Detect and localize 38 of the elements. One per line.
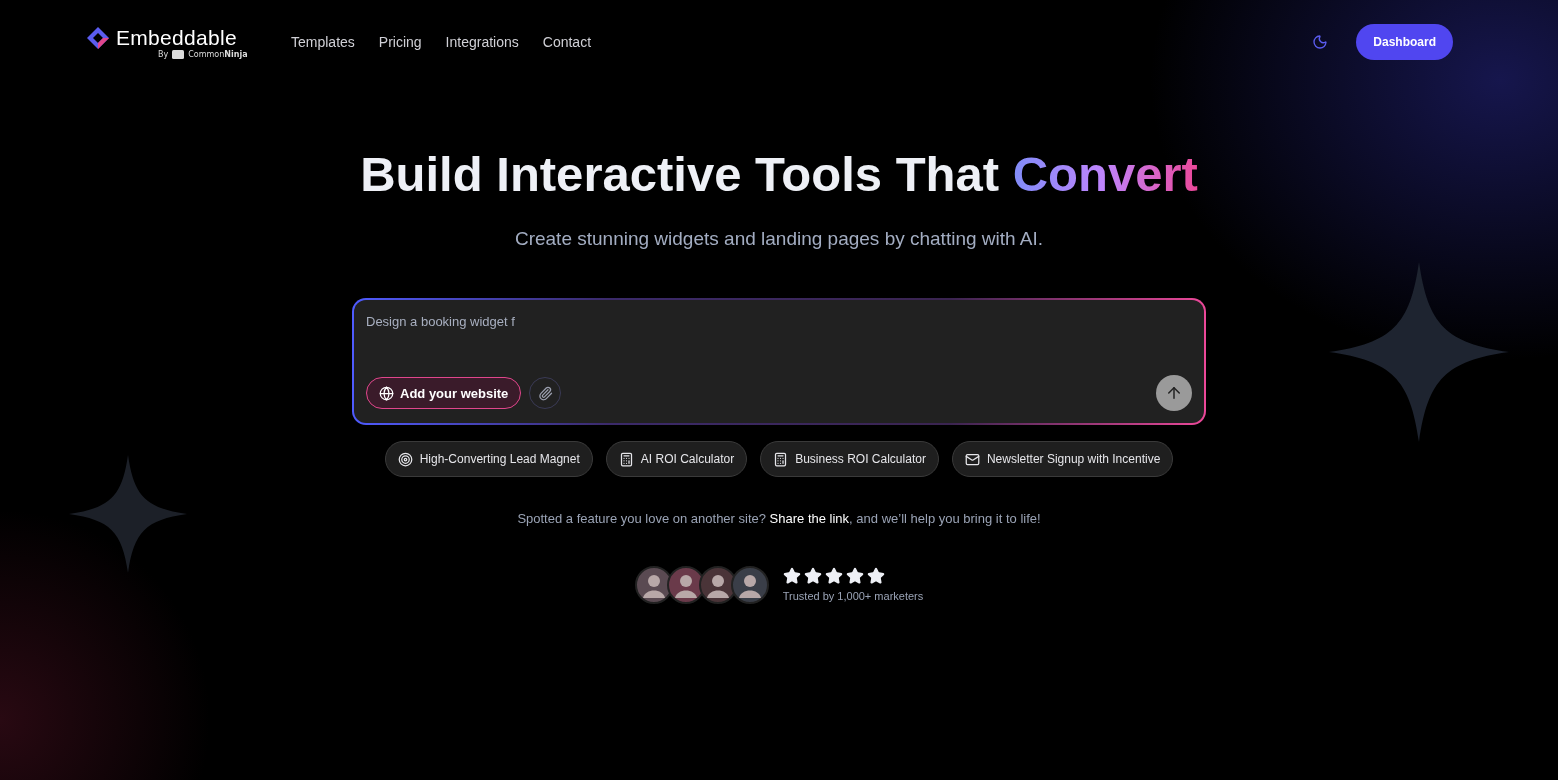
star-icon — [845, 566, 864, 585]
suggestion-chip[interactable]: AI ROI Calculator — [605, 441, 748, 477]
nav-link[interactable]: Integrations — [445, 34, 519, 50]
brand-name: Embeddable — [116, 25, 237, 50]
avatar — [634, 566, 673, 604]
avatar — [666, 566, 705, 604]
nav-link[interactable]: Contact — [542, 34, 592, 50]
avatar — [698, 566, 737, 604]
calculator-icon — [773, 451, 789, 467]
suggestion-chip[interactable]: Newsletter Signup with Incentive — [951, 441, 1174, 477]
trust-caption: Trusted by 1,000+ marketers — [782, 589, 924, 602]
partner-logo-icon — [172, 49, 185, 59]
add-website-button[interactable]: Add your website — [366, 377, 522, 409]
prompt-input[interactable]: Design a booking widget f — [366, 310, 1192, 333]
star-icon — [803, 566, 822, 585]
dashboard-button[interactable]: Dashboard — [1356, 24, 1453, 60]
hero-subtitle: Create stunning widgets and landing pages by chatting with AI. — [514, 228, 1044, 250]
partner-name: CommonNinja — [188, 49, 248, 59]
logo-icon — [86, 25, 110, 50]
globe-icon — [379, 385, 394, 401]
share-text: Spotted a feature you love on another site? Share the link, and we’ll help you bring it to life! — [517, 511, 1041, 526]
paperclip-icon — [537, 385, 553, 401]
prompt-box[interactable]: Design a booking widget f Add your website — [354, 300, 1204, 423]
mail-icon — [964, 451, 980, 467]
star-icon — [824, 566, 843, 585]
calculator-icon — [618, 451, 634, 467]
suggestion-chip[interactable]: High-Converting Lead Magnet — [384, 441, 593, 477]
hero-title: Build Interactive Tools That Convert — [360, 146, 1198, 202]
target-icon — [397, 451, 413, 467]
by-label: By — [158, 49, 169, 59]
nav-link[interactable]: Templates — [291, 34, 355, 50]
avatar — [730, 566, 769, 604]
suggestion-chip[interactable]: Business ROI Calculator — [760, 441, 939, 477]
star-icon — [782, 566, 801, 585]
star-icon — [866, 566, 885, 585]
send-button[interactable] — [1156, 375, 1192, 411]
moon-icon[interactable] — [1312, 34, 1329, 50]
nav-link[interactable]: Pricing — [378, 34, 422, 50]
